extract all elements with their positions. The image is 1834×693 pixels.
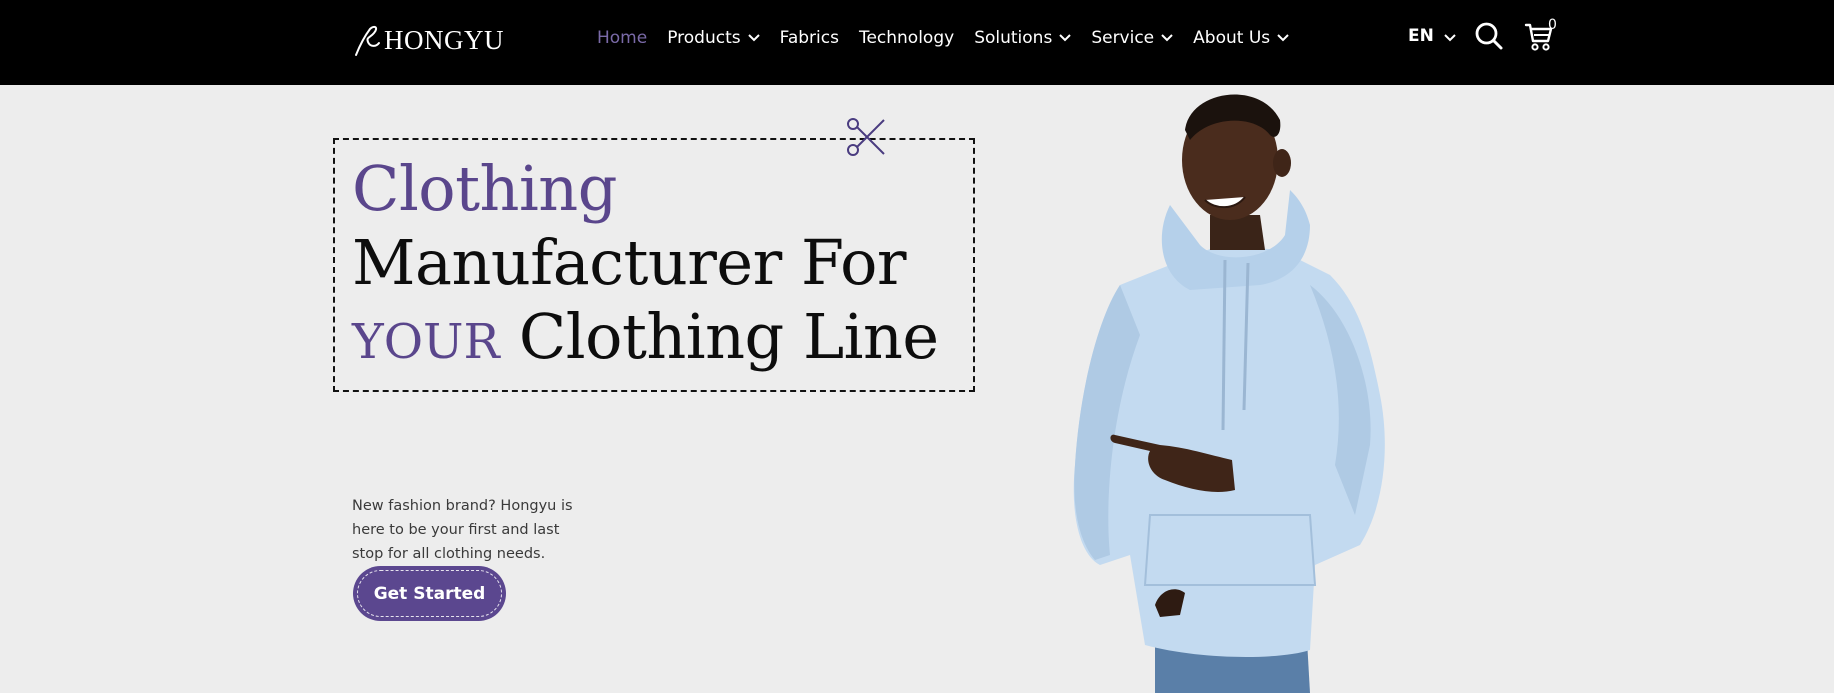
nav-service-label: Service [1091,27,1155,48]
nav-about-us-label: About Us [1193,27,1271,48]
nav-service[interactable]: Service [1091,28,1173,48]
needle-thread-icon [355,25,380,56]
main-nav: Home Products Fabrics Technology Solutio… [597,0,1309,75]
chevron-down-icon [1161,33,1173,41]
headline-line-3: Clothing Line [518,300,939,373]
nav-fabrics[interactable]: Fabrics [780,28,839,48]
nav-about-us[interactable]: About Us [1193,28,1289,48]
cart-count-badge: 0 [1548,17,1557,33]
hero-headline: Clothing Manufacturer For YOUR Clothing … [352,152,939,379]
headline-line-2: Manufacturer For [352,226,907,299]
nav-home-label: Home [597,27,648,48]
brand-name: HONGYU [384,24,504,55]
language-label: EN [1408,26,1434,46]
nav-products-label: Products [667,27,741,48]
chevron-down-icon [1277,33,1289,41]
nav-home[interactable]: Home [597,28,647,48]
get-started-button[interactable]: Get Started [353,566,506,621]
chevron-down-icon [1059,33,1072,41]
nav-solutions-label: Solutions [974,27,1053,48]
chevron-down-icon [1444,34,1456,42]
get-started-label: Get Started [373,583,486,604]
headline-accent-word: YOUR [352,314,500,370]
search-icon[interactable] [1474,21,1504,51]
language-selector[interactable]: EN [1408,26,1456,46]
chevron-down-icon [747,33,760,41]
nav-technology-label: Technology [858,27,955,48]
nav-products[interactable]: Products [667,27,760,48]
nav-fabrics-label: Fabrics [779,27,839,48]
brand-logo[interactable]: HONGYU [352,22,504,58]
hero-model-image [1073,94,1385,693]
nav-technology[interactable]: Technology [859,28,954,48]
site-header: HONGYU Home Products Fabrics Technology … [0,0,1834,85]
headline-line-1: Clothing [352,152,617,225]
nav-solutions[interactable]: Solutions [974,27,1072,48]
hero-description: New fashion brand? Hongyu is here to be … [352,497,573,562]
